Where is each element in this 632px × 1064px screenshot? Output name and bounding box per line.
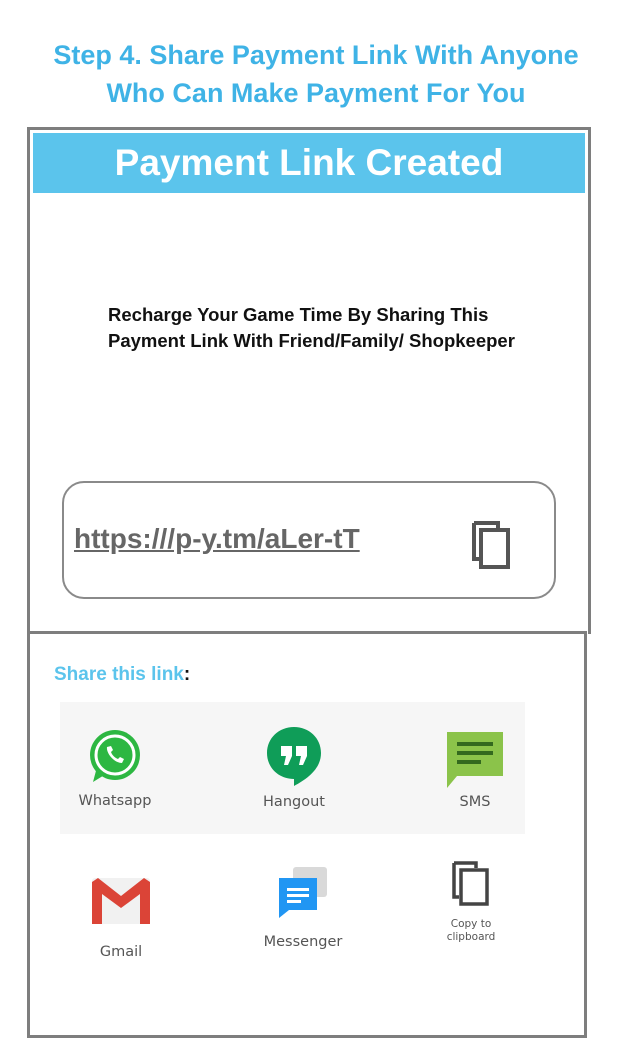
copy-icon (472, 521, 510, 569)
whatsapp-icon (90, 730, 140, 782)
messenger-icon (279, 867, 327, 918)
share-copy-clipboard[interactable]: Copy to clipboard (437, 860, 505, 944)
share-label: Share this link: (54, 664, 191, 685)
payment-link-dialog: Payment Link Created Recharge Your Game … (27, 127, 591, 634)
share-sms-label: SMS (459, 794, 491, 810)
copy-icon (452, 861, 489, 906)
hangouts-icon (267, 727, 321, 786)
share-whatsapp[interactable]: Whatsapp (70, 726, 160, 809)
share-sms[interactable]: SMS (430, 728, 520, 810)
share-messenger[interactable]: Messenger (258, 864, 348, 950)
link-field: https:///p-y.tm/aLer-tT (62, 481, 556, 599)
share-copy-label: Copy to clipboard (446, 918, 496, 943)
dialog-title: Payment Link Created (33, 133, 585, 193)
share-gmail-label: Gmail (99, 944, 143, 960)
sms-icon (447, 732, 503, 788)
payment-link[interactable]: https:///p-y.tm/aLer-tT (74, 523, 360, 555)
copy-link-button[interactable] (468, 519, 518, 571)
share-hangout[interactable]: Hangout (249, 724, 339, 810)
step-heading-line2: Who Can Make Payment For You (106, 78, 526, 108)
share-sheet: Share this link: Whatsapp Hangout SMS Gm… (27, 631, 587, 1038)
step-heading-line1: Step 4. Share Payment Link With Anyone (53, 40, 579, 70)
share-whatsapp-label: Whatsapp (78, 793, 152, 809)
instruction-text: Recharge Your Game Time By Sharing This … (108, 304, 515, 351)
step-heading: Step 4. Share Payment Link With Anyone W… (0, 36, 632, 112)
gmail-icon (92, 878, 150, 924)
share-hangout-label: Hangout (263, 794, 325, 810)
share-messenger-label: Messenger (263, 934, 343, 950)
share-gmail[interactable]: Gmail (76, 872, 166, 960)
